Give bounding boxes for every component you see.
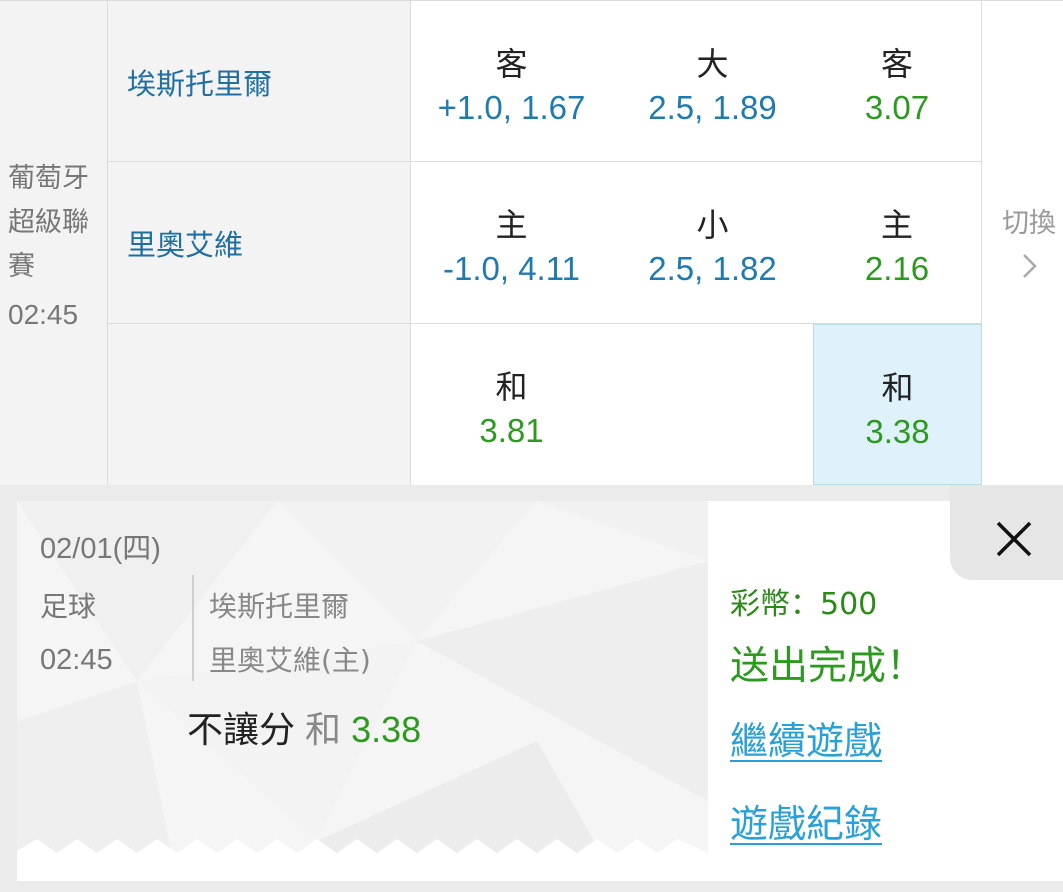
odds-label: 客: [880, 45, 913, 83]
close-icon: [996, 521, 1032, 557]
odds-over[interactable]: 大 2.5, 1.89: [612, 0, 814, 162]
odds-draw-handicap[interactable]: 和 3.81: [411, 324, 613, 485]
odds-moneyline-home[interactable]: 主 2.16: [813, 162, 982, 324]
chevron-right-icon: [1023, 254, 1037, 278]
odds-label: 大: [696, 45, 729, 83]
odds-value: 3.81: [479, 412, 544, 449]
bet-slip-details: 02/01(四) 足球 02:45 埃斯托里爾 里奧艾維(主) 不讓分 和 3.…: [17, 501, 708, 881]
odds-value: 2.5, 1.82: [648, 250, 777, 287]
bet-date: 02/01(四): [40, 533, 161, 565]
away-team-cell: 埃斯托里爾: [108, 0, 411, 162]
odds-label: 小: [696, 206, 729, 244]
league-name: 葡萄牙超級聯賽: [8, 163, 89, 282]
odds-empty-cell: [612, 324, 814, 485]
bet-away-team: 埃斯托里爾: [209, 590, 350, 623]
league-column: 葡萄牙超級聯賽 02:45: [0, 0, 108, 485]
odds-handicap-home[interactable]: 主 -1.0, 4.11: [411, 162, 613, 324]
bet-selection: 不讓分 和 3.38: [187, 701, 421, 753]
match-time: 02:45: [8, 299, 79, 330]
switch-button[interactable]: 切換: [982, 0, 1063, 485]
continue-game-link[interactable]: 繼續遊戲: [730, 710, 882, 765]
bet-sport: 足球: [40, 590, 97, 623]
divider: [192, 575, 194, 681]
bet-odds: 3.38: [351, 709, 422, 750]
odds-label: 和: [881, 369, 914, 407]
away-team-name: 埃斯托里爾: [127, 67, 273, 101]
draw-row-label-cell: [108, 324, 411, 485]
bet-time: 02:45: [40, 644, 113, 676]
home-team-cell: 里奧艾維: [108, 162, 411, 324]
odds-handicap-away[interactable]: 客 +1.0, 1.67: [411, 0, 613, 162]
bet-home-team: 里奧艾維(主): [209, 644, 371, 677]
odds-value: 2.5, 1.89: [648, 89, 777, 126]
odds-value: -1.0, 4.11: [443, 250, 580, 287]
odds-label: 主: [880, 206, 913, 244]
odds-value: +1.0, 1.67: [437, 89, 586, 126]
bet-pick: 和: [305, 710, 342, 751]
odds-label: 和: [495, 368, 528, 406]
odds-value: 3.07: [864, 89, 930, 126]
close-button[interactable]: [950, 485, 1063, 580]
odds-label: 主: [495, 206, 528, 244]
submit-status: 送出完成！: [730, 644, 926, 689]
odds-value: 2.16: [864, 250, 930, 287]
switch-label: 切換: [1002, 208, 1056, 239]
home-team-name: 里奧艾維: [127, 228, 244, 262]
game-history-link[interactable]: 遊戲紀錄: [730, 793, 882, 848]
odds-value: 3.38: [865, 413, 930, 450]
credits-balance: 彩幣：500: [730, 587, 878, 622]
bet-slip-panel: 02/01(四) 足球 02:45 埃斯托里爾 里奧艾維(主) 不讓分 和 3.…: [17, 501, 1063, 881]
odds-table: 葡萄牙超級聯賽 02:45 埃斯托里爾 里奧艾維 客 +1.0, 1.67 大 …: [0, 0, 1063, 485]
odds-label: 客: [495, 45, 528, 83]
bet-type: 不讓分: [187, 710, 296, 751]
odds-draw-moneyline[interactable]: 和 3.38: [813, 324, 982, 485]
odds-moneyline-away[interactable]: 客 3.07: [813, 0, 982, 162]
odds-under[interactable]: 小 2.5, 1.82: [612, 162, 814, 324]
